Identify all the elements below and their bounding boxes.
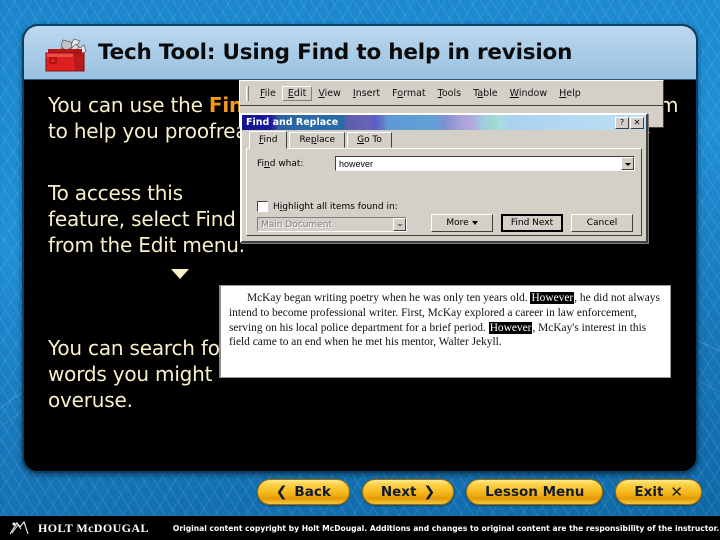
excerpt-segment-1: McKay began writing poetry when he was o… [247,292,531,304]
toolbox-icon [45,38,87,72]
chevron-down-icon[interactable] [621,157,634,170]
find-tab-panel: Find what: however Highlight all items f… [246,148,642,236]
next-button[interactable]: Next ❯ [361,479,455,505]
search-scope-value: Main Document [261,219,332,230]
close-icon[interactable]: ✕ [630,116,644,129]
search-scope-select[interactable]: Main Document [257,217,407,232]
slide-stage: Tech Tool: Using Find to help in revisio… [0,0,720,540]
exit-button-label: Exit [634,484,664,500]
slide-title-bar: Tech Tool: Using Find to help in revisio… [24,26,696,80]
close-x-icon: ✕ [670,483,683,501]
exit-button[interactable]: Exit ✕ [615,479,702,505]
caret-down-icon [471,221,478,225]
chevron-right-icon: ❯ [423,484,436,500]
slide-panel: Tech Tool: Using Find to help in revisio… [22,24,698,473]
dialog-title: Find and Replace [246,117,339,128]
help-button[interactable]: ? [615,116,629,129]
find-next-button[interactable]: Find Next [501,214,563,232]
word-application-window: File Edit View Insert Format Tools Table… [239,80,664,106]
dialog-button-row: More Find Next Cancel [431,214,633,232]
page-title: Tech Tool: Using Find to help in revisio… [98,40,573,65]
word-menu-bar: File Edit View Insert Format Tools Table… [240,81,663,105]
highlight-all-row[interactable]: Highlight all items found in: [257,201,398,212]
document-excerpt: McKay began writing poetry when he was o… [219,285,671,378]
more-button-label: More [446,218,469,228]
highlighted-match-1: However [530,292,575,304]
menu-item-window[interactable]: Window [504,86,553,101]
find-and-replace-dialog: Find and Replace ? ✕ Find Replace Go To … [240,113,648,243]
find-what-input[interactable]: however [335,156,635,171]
footer-bar: HOLT McDOUGAL Original content copyright… [0,516,720,540]
footer-copyright: Original content copyright by Holt McDou… [172,523,720,533]
slide-body: You can use the Find feature of your wor… [24,80,696,471]
next-button-label: Next [380,484,417,500]
triangle-marker-icon [171,269,189,279]
more-button[interactable]: More [431,214,493,232]
menu-item-table[interactable]: Table [467,86,504,101]
menu-item-insert[interactable]: Insert [347,86,386,101]
footer-brand: HOLT McDOUGAL [38,520,149,535]
paragraph-access: To access this feature, select Find from… [48,181,245,257]
menu-item-help[interactable]: Help [553,86,587,101]
menu-item-file[interactable]: File [254,86,282,101]
dialog-tabs: Find Replace Go To [242,130,646,149]
menu-item-edit[interactable]: Edit [281,85,313,101]
back-button-label: Back [294,484,331,500]
lesson-menu-button-label: Lesson Menu [485,484,585,500]
find-what-label: Find what: [257,159,304,169]
menu-item-format[interactable]: Format [386,86,432,101]
back-button[interactable]: ❮ Back [256,479,350,505]
highlighted-match-2: However [488,321,533,334]
navigation-bar: ❮ Back Next ❯ Lesson Menu Exit ✕ [0,479,720,505]
holt-mcdougal-logo-icon [9,520,29,535]
tab-find[interactable]: Find [249,131,288,149]
highlight-all-label: Highlight all items found in: [273,201,398,212]
tab-go-to[interactable]: Go To [347,132,392,148]
menu-item-tools[interactable]: Tools [432,86,467,101]
find-what-value: however [339,158,374,169]
menu-item-view[interactable]: View [312,86,347,101]
chevron-down-icon[interactable] [393,218,406,231]
dialog-title-bar[interactable]: Find and Replace ? ✕ [242,115,646,130]
chevron-left-icon: ❮ [275,484,288,500]
paragraph-intro-part1: You can use the [48,93,209,117]
cancel-button[interactable]: Cancel [571,214,633,232]
highlight-all-checkbox[interactable] [257,201,268,212]
toolbar-grip[interactable] [246,85,249,101]
lesson-menu-button[interactable]: Lesson Menu [466,479,604,505]
tab-replace[interactable]: Replace [289,132,346,148]
